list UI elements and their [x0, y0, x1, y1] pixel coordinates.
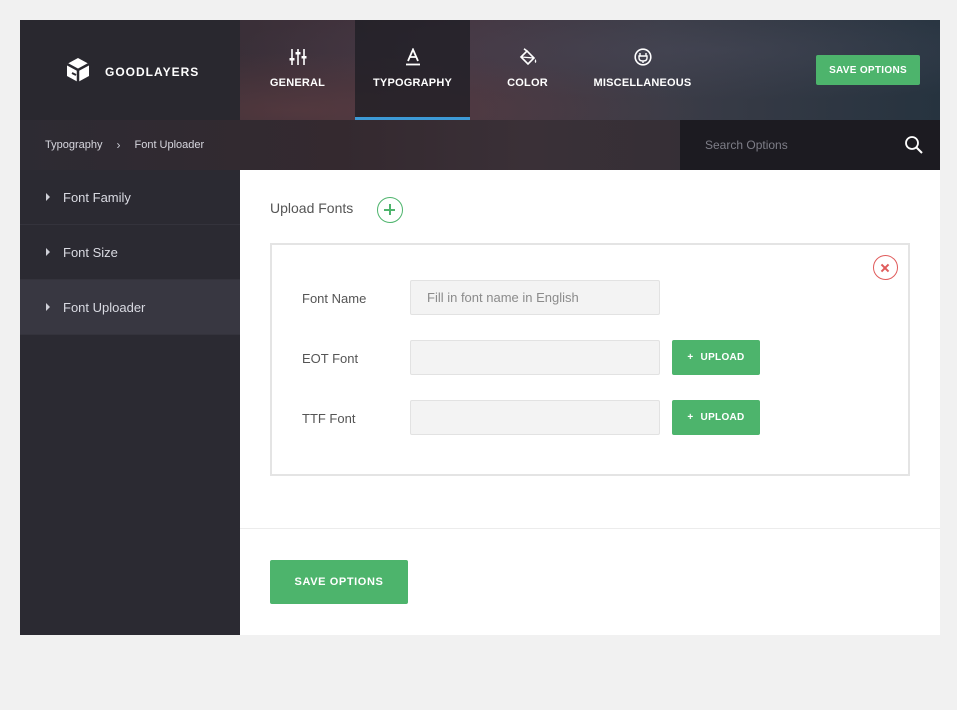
breadcrumb-item-font-uploader: Font Uploader — [134, 139, 205, 151]
ttf-font-label: TTF Font — [302, 411, 356, 426]
paint-bucket-icon — [518, 47, 538, 67]
caret-right-icon — [46, 248, 50, 256]
main-content: Upload Fonts Font Name EOT Font + UPLOAD … — [240, 170, 940, 635]
tab-general[interactable]: GENERAL — [240, 20, 355, 120]
caret-right-icon — [46, 193, 50, 201]
caret-right-icon — [46, 303, 50, 311]
tab-color-label: COLOR — [507, 77, 548, 89]
sidebar: Font Family Font Size Font Uploader — [20, 170, 240, 635]
save-options-button-bottom[interactable]: SAVE OPTIONS — [270, 560, 408, 604]
plug-icon — [633, 47, 653, 67]
section-title: Upload Fonts — [270, 200, 354, 216]
search-input[interactable] — [680, 120, 895, 170]
breadcrumb-item-typography[interactable]: Typography — [45, 139, 102, 151]
plus-icon: + — [687, 352, 694, 363]
tab-general-label: GENERAL — [269, 77, 326, 89]
tab-color[interactable]: COLOR — [470, 20, 585, 120]
goodlayers-logo-icon — [66, 58, 90, 82]
plus-icon: + — [687, 412, 694, 423]
ttf-upload-button[interactable]: + UPLOAD — [672, 400, 760, 435]
tab-typography-label: TYPOGRAPHY — [372, 77, 452, 89]
sidebar-item-font-family[interactable]: Font Family — [20, 170, 240, 225]
divider — [240, 528, 940, 529]
tab-miscellaneous[interactable]: MISCELLANEOUS — [585, 20, 700, 120]
sidebar-item-font-uploader[interactable]: Font Uploader — [20, 280, 240, 335]
save-options-button-top[interactable]: SAVE OPTIONS — [816, 55, 920, 85]
breadcrumb-bar: Typography › Font Uploader — [20, 120, 940, 170]
admin-panel: GOODLAYERS GENERAL TYPOGRAPHY COLOR MISC… — [20, 20, 940, 635]
ttf-font-input[interactable] — [410, 400, 660, 435]
logo-area: GOODLAYERS — [20, 20, 240, 120]
remove-icon[interactable] — [873, 255, 898, 280]
add-font-icon[interactable] — [377, 197, 403, 223]
main-nav: GENERAL TYPOGRAPHY COLOR MISCELLANEOUS — [240, 20, 700, 120]
sliders-icon — [288, 47, 308, 67]
typography-icon — [403, 47, 423, 67]
sidebar-item-font-size[interactable]: Font Size — [20, 225, 240, 280]
sidebar-item-label: Font Family — [63, 189, 131, 205]
tab-typography[interactable]: TYPOGRAPHY — [355, 20, 470, 120]
upload-button-label: UPLOAD — [700, 412, 745, 423]
font-name-label: Font Name — [302, 291, 367, 306]
sidebar-item-label: Font Size — [63, 244, 118, 260]
font-name-input[interactable] — [410, 280, 660, 315]
upload-button-label: UPLOAD — [700, 352, 745, 363]
search-box — [680, 120, 940, 170]
eot-upload-button[interactable]: + UPLOAD — [672, 340, 760, 375]
search-icon[interactable] — [904, 135, 924, 155]
top-header: GOODLAYERS GENERAL TYPOGRAPHY COLOR MISC… — [20, 20, 940, 120]
sidebar-item-label: Font Uploader — [63, 299, 146, 315]
breadcrumb: Typography › Font Uploader — [45, 138, 204, 152]
brand-name: GOODLAYERS — [105, 65, 200, 79]
breadcrumb-separator: › — [116, 138, 121, 152]
tab-miscellaneous-label: MISCELLANEOUS — [593, 77, 692, 89]
font-entry-card: Font Name EOT Font + UPLOAD TTF Font + UPL… — [270, 243, 910, 476]
eot-font-input[interactable] — [410, 340, 660, 375]
eot-font-label: EOT Font — [302, 351, 359, 366]
